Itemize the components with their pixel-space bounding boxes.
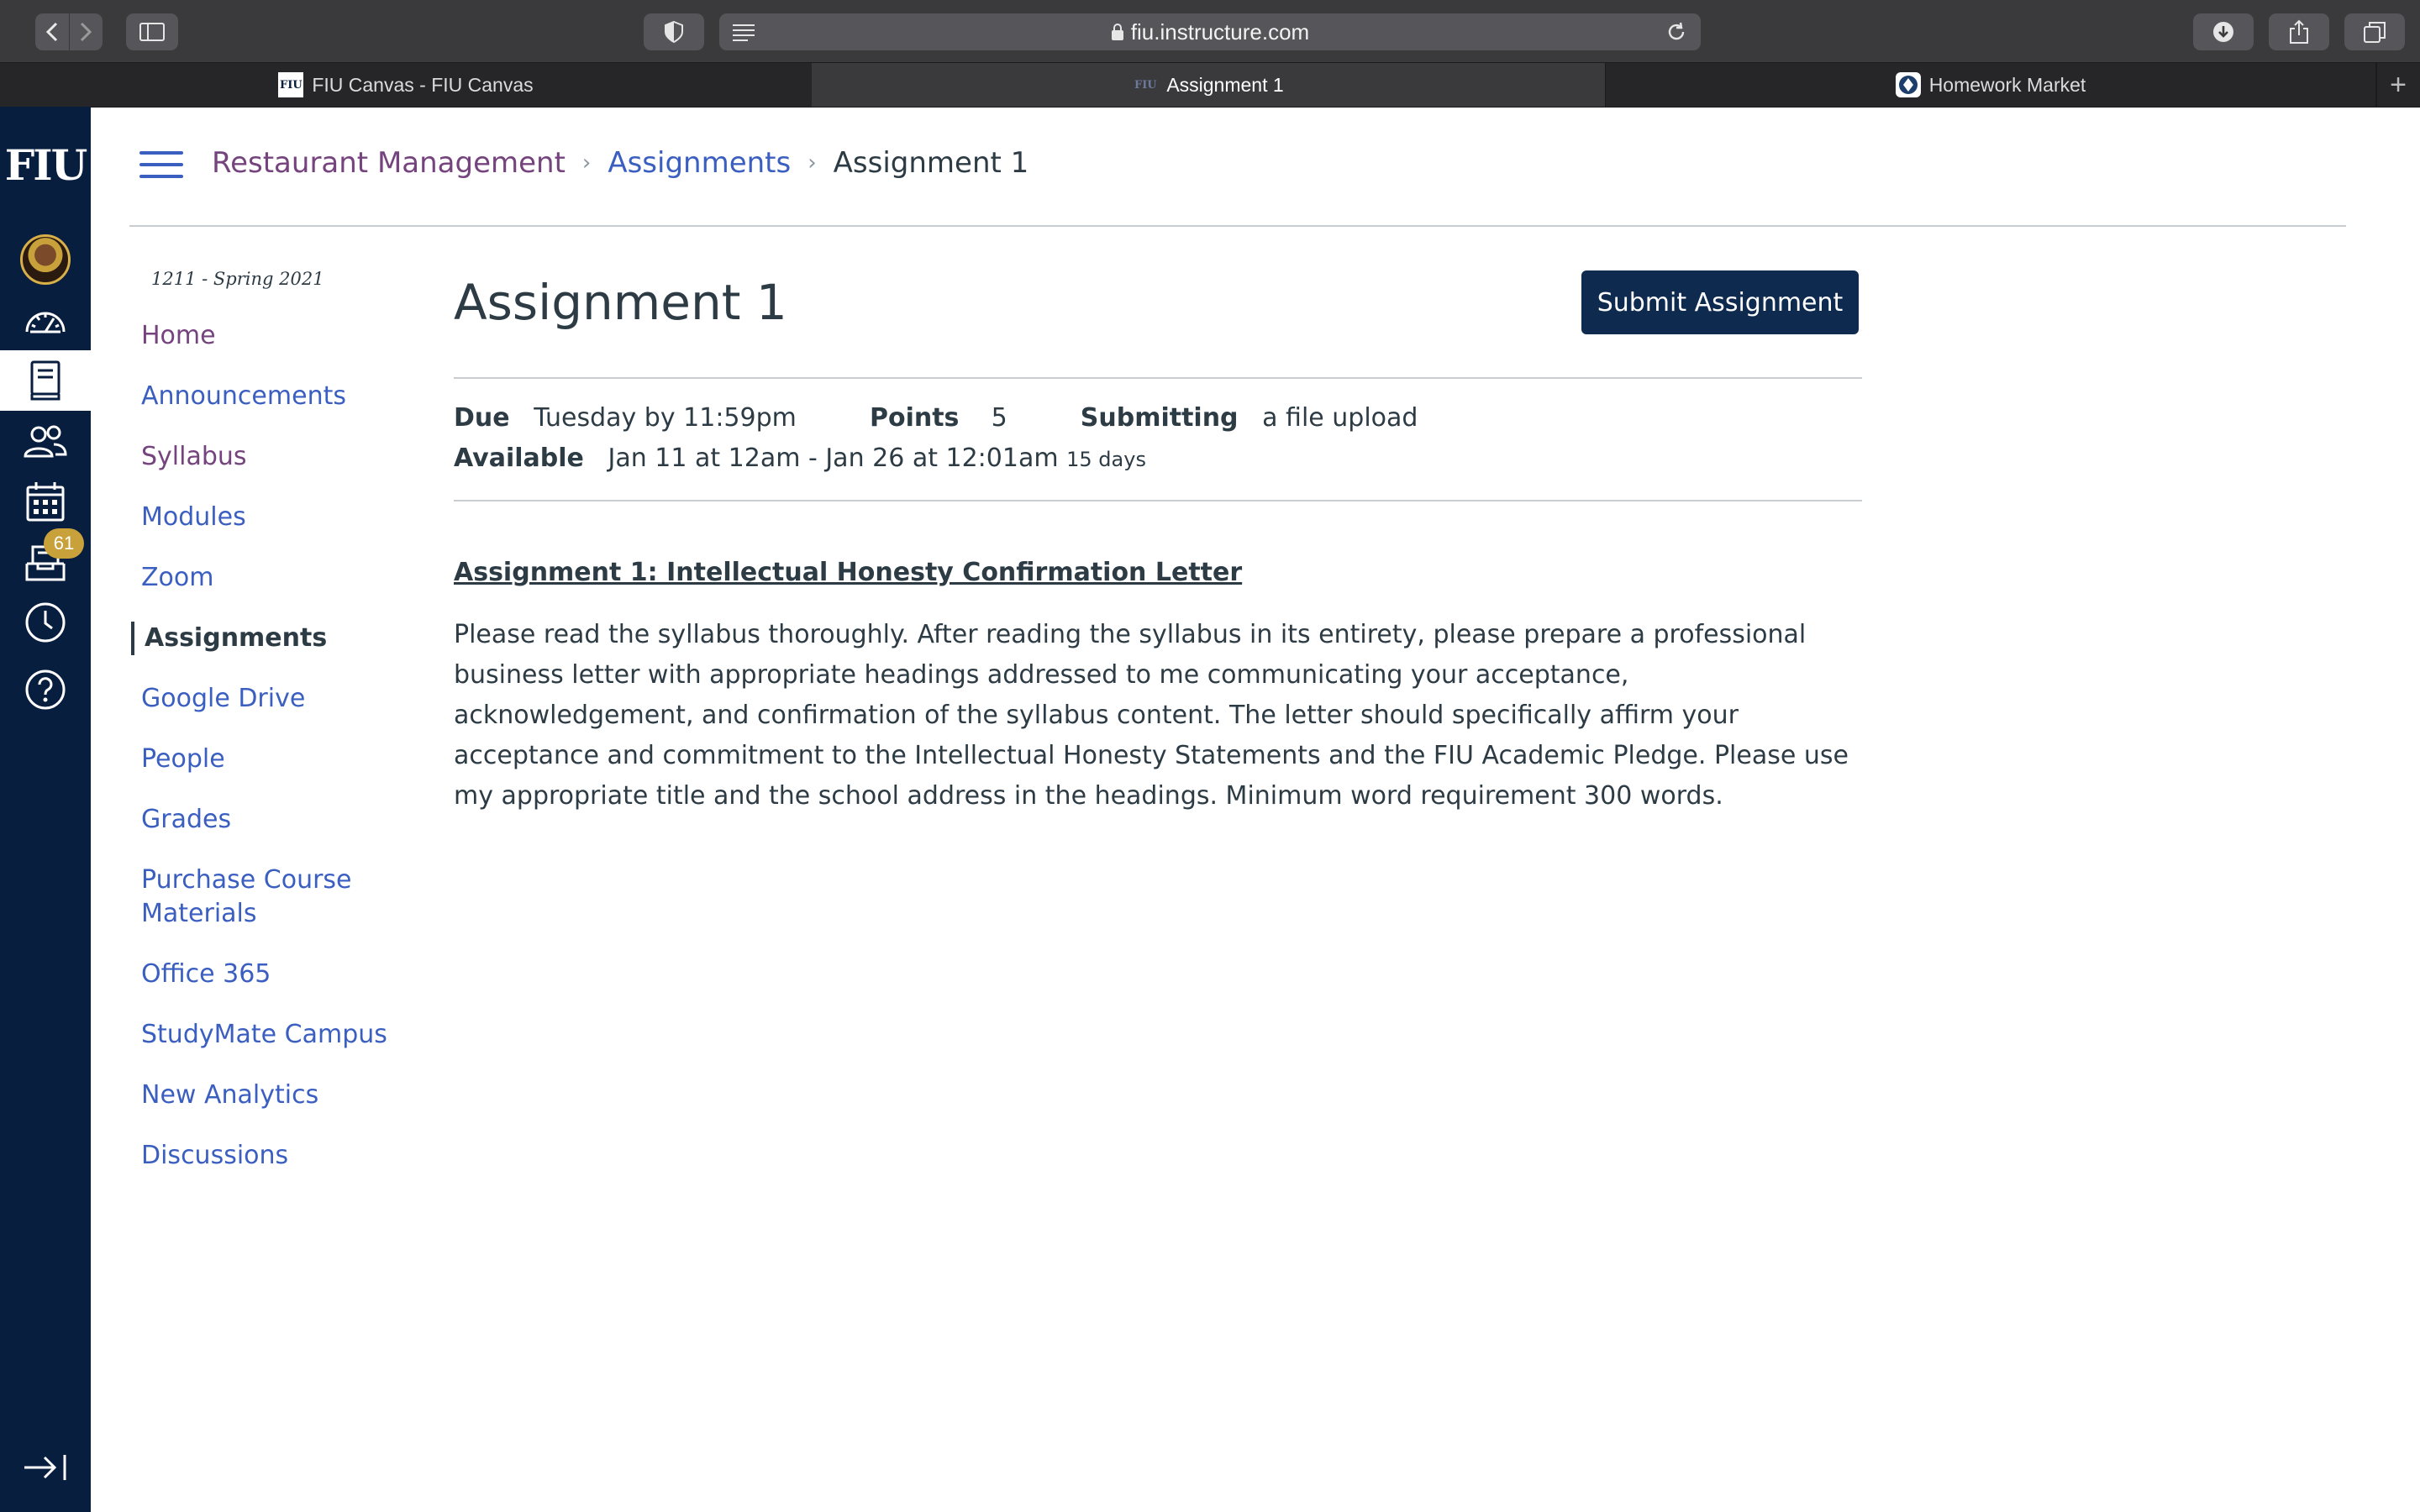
courses-nav-item[interactable]: [0, 350, 91, 411]
nav-buttons: [35, 13, 103, 50]
sidebar-toggle-button[interactable]: [126, 13, 178, 50]
share-button[interactable]: [2269, 13, 2329, 50]
reload-icon[interactable]: [1665, 21, 1687, 49]
course-nav-people[interactable]: People: [131, 743, 400, 776]
collapse-nav-button[interactable]: [0, 1437, 91, 1498]
details-divider-bottom: [454, 500, 1862, 501]
tab-label: FIU Canvas - FIU Canvas: [312, 73, 534, 96]
inbox-unread-badge: 61: [44, 528, 84, 559]
course-nav-purchase-course-materials[interactable]: Purchase Course Materials: [131, 864, 370, 931]
chevron-right-icon: ›: [581, 150, 592, 176]
assignment-details-row-2: Available Jan 11 at 12am - Jan 26 at 12:…: [454, 444, 1146, 473]
tab-assignment-1[interactable]: FIU Assignment 1: [812, 63, 1606, 107]
avatar: [20, 234, 71, 285]
assignment-heading: Assignment 1: Intellectual Honesty Confi…: [454, 558, 1243, 587]
details-divider-top: [454, 377, 1862, 379]
course-nav-home[interactable]: Home: [131, 319, 400, 353]
global-nav: FIU 61: [0, 107, 91, 1512]
address-bar[interactable]: fiu.instructure.com: [719, 13, 1701, 50]
courses-icon: [30, 360, 60, 401]
shield-icon: [665, 20, 683, 44]
back-button[interactable]: [35, 13, 70, 50]
course-nav-office-365[interactable]: Office 365: [131, 958, 400, 991]
account-avatar[interactable]: [0, 229, 91, 290]
tab-homework-market[interactable]: Homework Market: [1605, 63, 2377, 107]
course-nav-assignments[interactable]: Assignments: [131, 622, 400, 655]
history-nav-item[interactable]: [0, 592, 91, 653]
course-nav-modules[interactable]: Modules: [131, 501, 400, 534]
downloads-button[interactable]: [2193, 13, 2254, 50]
breadcrumb-current-page: Assignment 1: [833, 146, 1029, 180]
course-nav-google-drive[interactable]: Google Drive: [131, 682, 400, 716]
submitting-value: a file upload: [1262, 403, 1418, 433]
dashboard-nav-item[interactable]: [0, 290, 91, 350]
course-nav-discussions[interactable]: Discussions: [131, 1139, 400, 1173]
tab-label: Assignment 1: [1166, 73, 1284, 96]
groups-icon: [24, 425, 67, 458]
course-nav-studymate-campus[interactable]: StudyMate Campus: [131, 1018, 400, 1052]
points-value: 5: [991, 403, 1007, 433]
help-icon: [25, 669, 66, 710]
course-menu-toggle-button[interactable]: [139, 151, 183, 181]
sidebar-icon: [139, 23, 165, 41]
breadcrumb-assignments-link[interactable]: Assignments: [608, 146, 791, 180]
tab-fiu-canvas[interactable]: FIU FIU Canvas - FIU Canvas: [0, 63, 813, 107]
tab-label: Homework Market: [1928, 73, 2086, 96]
browser-toolbar: fiu.instructure.com: [0, 0, 2420, 62]
calendar-nav-item[interactable]: [0, 471, 91, 532]
course-term: 1211 - Spring 2021: [151, 269, 324, 289]
dashboard-icon: [25, 312, 66, 333]
download-icon: [2213, 22, 2233, 42]
clock-icon: [25, 602, 66, 643]
fiu-logo[interactable]: FIU: [0, 140, 91, 190]
assignment-description: Please read the syllabus thoroughly. Aft…: [454, 620, 1849, 811]
breadcrumb: Restaurant Management › Assignments › As…: [212, 146, 1028, 180]
submit-assignment-button[interactable]: Submit Assignment: [1581, 270, 1859, 334]
course-nav-announcements[interactable]: Announcements: [131, 380, 400, 413]
points-label: Points: [869, 403, 960, 433]
page-title: Assignment 1: [454, 274, 787, 331]
available-value: Jan 11 at 12am - Jan 26 at 12:01am: [608, 444, 1059, 473]
homework-market-favicon-icon: [1895, 72, 1921, 97]
url-text: fiu.instructure.com: [1130, 18, 1310, 45]
help-nav-item[interactable]: [0, 659, 91, 720]
reader-view-icon[interactable]: [731, 22, 756, 48]
course-nav-zoom[interactable]: Zoom: [131, 561, 400, 595]
assignment-details-row-1: Due Tuesday by 11:59pm Points 5 Submitti…: [454, 403, 1418, 433]
share-icon: [2290, 19, 2308, 44]
chevron-right-icon: ›: [808, 150, 817, 176]
available-days: 15 days: [1066, 448, 1146, 471]
due-label: Due: [454, 403, 510, 433]
submitting-label: Submitting: [1080, 403, 1239, 433]
fiu-favicon-icon: FIU: [278, 72, 304, 97]
collapse-arrow-icon: [24, 1455, 66, 1480]
groups-nav-item[interactable]: [0, 411, 91, 471]
due-value: Tuesday by 11:59pm: [534, 403, 797, 433]
calendar-icon: [26, 482, 65, 522]
tab-bar: FIU FIU Canvas - FIU Canvas FIU Assignme…: [0, 62, 2420, 108]
privacy-report-button[interactable]: [644, 13, 704, 50]
tab-overview-button[interactable]: [2344, 13, 2405, 50]
course-nav: Home Announcements Syllabus Modules Zoom…: [131, 319, 400, 1200]
header-divider: [129, 225, 2346, 227]
lock-icon: [1111, 24, 1123, 40]
course-nav-grades[interactable]: Grades: [131, 803, 400, 837]
course-nav-new-analytics[interactable]: New Analytics: [131, 1079, 400, 1112]
course-nav-syllabus[interactable]: Syllabus: [131, 440, 400, 474]
available-label: Available: [454, 444, 584, 473]
new-tab-button[interactable]: +: [2375, 63, 2420, 107]
breadcrumb-course-link[interactable]: Restaurant Management: [212, 146, 566, 180]
fiu-favicon-icon: FIU: [1134, 78, 1157, 92]
tabs-icon: [2364, 22, 2386, 43]
forward-button[interactable]: [69, 13, 103, 50]
inbox-nav-item[interactable]: 61: [0, 528, 91, 592]
